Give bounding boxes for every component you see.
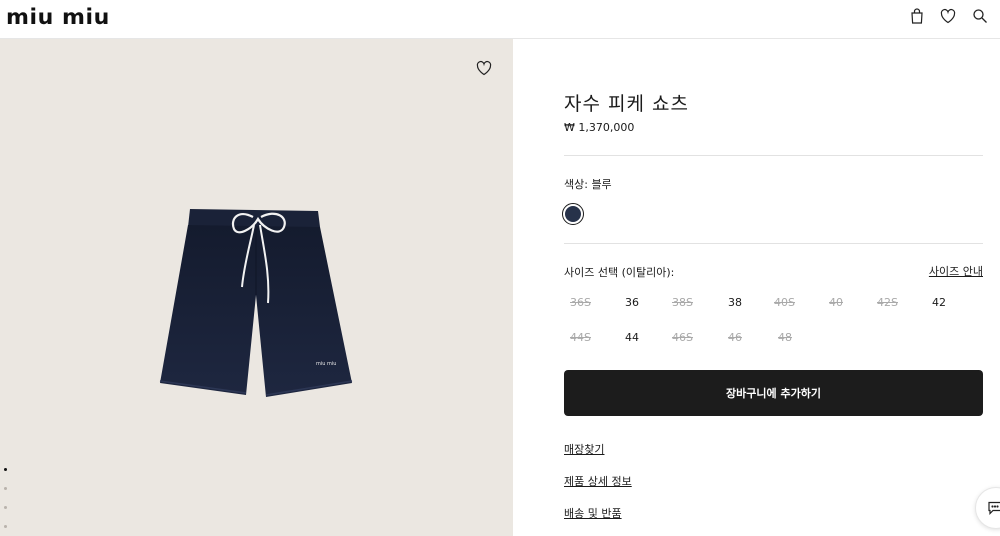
image-dot[interactable] xyxy=(4,525,7,528)
size-option[interactable]: 44 xyxy=(625,331,639,344)
add-to-cart-button[interactable]: 장바구니에 추가하기 xyxy=(564,370,983,416)
size-option[interactable]: 40 xyxy=(829,296,843,309)
color-label: 색상: 블루 xyxy=(564,178,612,191)
color-swatch-blue[interactable] xyxy=(562,203,584,225)
product-price: ₩ 1,370,000 xyxy=(564,121,635,134)
image-dot[interactable] xyxy=(4,506,7,509)
chat-bubble-icon[interactable] xyxy=(975,487,1000,529)
size-option[interactable]: 38S xyxy=(672,296,693,309)
size-option[interactable]: 38 xyxy=(728,296,742,309)
svg-text:miu miu: miu miu xyxy=(316,361,336,367)
size-option[interactable]: 48 xyxy=(778,331,792,344)
brand-logo[interactable]: miu miu xyxy=(6,5,110,29)
size-option[interactable]: 46S xyxy=(672,331,693,344)
size-option[interactable]: 36 xyxy=(625,296,639,309)
image-dot[interactable] xyxy=(4,468,7,471)
size-guide-link[interactable]: 사이즈 안내 xyxy=(929,263,983,279)
image-pagination xyxy=(4,468,7,536)
size-option[interactable]: 44S xyxy=(570,331,591,344)
divider xyxy=(564,155,983,156)
shopping-bag-icon[interactable] xyxy=(908,7,926,25)
store-locator-link[interactable]: 매장찾기 xyxy=(564,441,604,457)
size-option[interactable]: 42S xyxy=(877,296,898,309)
product-gallery: miu miu xyxy=(0,39,513,536)
size-option[interactable]: 42 xyxy=(932,296,946,309)
site-header: miu miu xyxy=(0,0,1000,39)
product-image: miu miu xyxy=(159,209,353,397)
product-details-link[interactable]: 제품 상세 정보 xyxy=(564,473,632,489)
size-select-label: 사이즈 선택 (이탈리아): xyxy=(564,266,675,279)
image-dot[interactable] xyxy=(4,487,7,490)
wishlist-heart-icon[interactable] xyxy=(475,59,493,77)
search-icon[interactable] xyxy=(971,7,989,25)
size-option[interactable]: 36S xyxy=(570,296,591,309)
size-option[interactable]: 40S xyxy=(774,296,795,309)
size-option[interactable]: 46 xyxy=(728,331,742,344)
heart-icon[interactable] xyxy=(939,7,957,25)
divider xyxy=(564,243,983,244)
product-title: 자수 피케 쇼츠 xyxy=(564,93,689,115)
shipping-returns-link[interactable]: 배송 및 반품 xyxy=(564,505,622,521)
